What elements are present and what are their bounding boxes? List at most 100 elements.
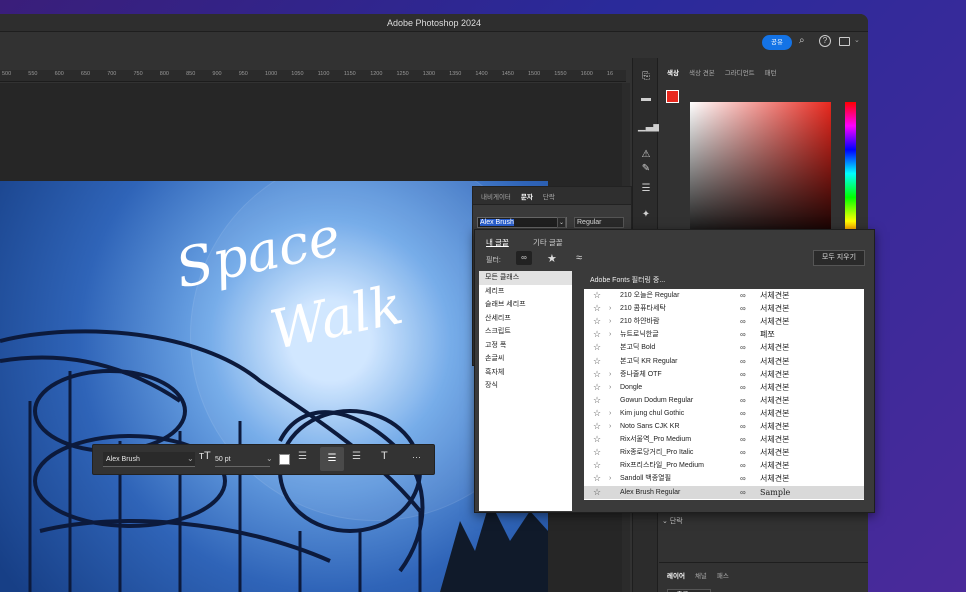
star-icon[interactable]: ☆ — [593, 328, 601, 341]
star-icon[interactable]: ☆ — [593, 472, 601, 485]
chevron-right-icon[interactable]: › — [609, 302, 611, 315]
font-list-row[interactable]: ☆ 본고딕 KR Regular ∞ 서체견본 — [584, 355, 864, 368]
chevron-down-icon[interactable]: ⌄ — [187, 454, 194, 463]
foreground-color-swatch[interactable] — [666, 90, 679, 103]
chevron-right-icon[interactable]: › — [609, 472, 611, 485]
search-icon[interactable]: ⌕ — [799, 35, 805, 46]
clear-all-button[interactable]: 모두 지우기 — [813, 250, 865, 266]
star-icon[interactable]: ☆ — [593, 446, 601, 459]
tab-character[interactable]: 문자 — [521, 191, 533, 201]
chevron-right-icon[interactable]: › — [609, 328, 611, 341]
adjustments-icon[interactable]: ☰ — [638, 182, 654, 196]
font-list-row[interactable]: ☆ Rix프리스타일_Pro Medium ∞ 서체견본 — [584, 459, 864, 472]
star-icon[interactable]: ☆ — [593, 381, 601, 394]
history-icon[interactable]: ⎘ — [638, 70, 654, 84]
font-family-input[interactable]: Alex Brush — [477, 217, 567, 228]
star-icon[interactable]: ☆ — [593, 433, 601, 446]
star-icon[interactable]: ☆ — [593, 407, 601, 420]
font-list-row[interactable]: ☆ 본고딕 Bold ∞ 서체견본 — [584, 341, 864, 354]
ruler-tick-label: 600 — [54, 71, 64, 77]
font-class-item[interactable]: 흑자체 — [479, 366, 572, 380]
font-list-row[interactable]: ☆ Gowun Dodum Regular ∞ 서체견본 — [584, 394, 864, 407]
workspace-icon[interactable] — [839, 37, 850, 46]
font-class-item[interactable]: 산세리프 — [479, 312, 572, 326]
font-class-item[interactable]: 스크립트 — [479, 325, 572, 339]
font-list-row[interactable]: ☆ Rix서울역_Pro Medium ∞ 서체견본 — [584, 433, 864, 446]
align-right-icon[interactable]: ☰ — [352, 451, 361, 462]
share-button[interactable]: 공유 — [762, 35, 792, 50]
tab-layers[interactable]: 레이어 — [667, 570, 685, 580]
chevron-right-icon[interactable]: › — [609, 381, 611, 394]
font-list-row[interactable]: ☆ Rix종로당거리_Pro Italic ∞ 서체견본 — [584, 446, 864, 459]
font-list-row[interactable]: ☆ › 210 콤퓨타세탁 ∞ 서체견본 — [584, 302, 864, 315]
font-name: 210 콤퓨타세탁 — [620, 305, 666, 313]
font-list-row[interactable]: ☆ › Sandoll 백종열필 ∞ 서체견본 — [584, 472, 864, 485]
tab-paths[interactable]: 패스 — [717, 570, 729, 580]
star-icon[interactable]: ☆ — [593, 341, 601, 354]
chevron-right-icon[interactable]: › — [609, 368, 611, 381]
align-left-icon[interactable]: ☰ — [298, 451, 307, 462]
font-list-row[interactable]: ☆ › 증나줄체 OTF ∞ 서체견본 — [584, 368, 864, 381]
font-class-item[interactable]: 슬래브 세리프 — [479, 298, 572, 312]
tab-navigator[interactable]: 내비게이터 — [481, 191, 511, 201]
tab-my-fonts[interactable]: 내 글꼴 — [486, 237, 509, 248]
creative-cloud-icon: ∞ — [740, 330, 746, 340]
favorites-filter-icon[interactable]: ★ — [547, 252, 557, 265]
brush-settings-icon[interactable]: ✎ — [638, 162, 654, 176]
star-icon[interactable]: ☆ — [593, 368, 601, 381]
font-style-input[interactable]: Regular — [574, 217, 624, 228]
star-icon[interactable]: ☆ — [593, 394, 601, 407]
font-size-input[interactable]: 50 pt — [215, 452, 270, 467]
font-list-row[interactable]: ☆ › Noto Sans CJK KR ∞ 서체견본 — [584, 420, 864, 433]
hue-slider[interactable] — [845, 102, 856, 245]
comment-icon[interactable]: ▬ — [638, 92, 654, 106]
font-class-item[interactable]: 모든 클래스 — [479, 271, 572, 285]
histogram-icon[interactable]: ▁▃▅ — [638, 120, 661, 134]
font-list-row[interactable]: ☆ 210 오늘은 Regular ∞ 서체견본 — [584, 289, 864, 302]
star-icon[interactable]: ☆ — [593, 486, 601, 499]
chevron-down-icon[interactable]: ⌄ — [266, 454, 273, 463]
tab-channels[interactable]: 채널 — [695, 570, 707, 580]
more-options-button[interactable]: ··· — [412, 452, 421, 462]
tab-more-fonts[interactable]: 기타 글꼴 — [533, 237, 563, 248]
paragraph-section[interactable]: ⌄ 단락 — [662, 516, 683, 526]
warning-icon[interactable]: ⚠ — [638, 148, 654, 162]
font-list-row[interactable]: ☆ › 뉴트로닉한글 ∞ 폐쪼 — [584, 328, 864, 341]
chevron-right-icon[interactable]: › — [609, 407, 611, 420]
chevron-right-icon[interactable]: › — [609, 420, 611, 433]
color-panel-tabs: 색상 색상 견본 그라디언트 패턴 — [659, 64, 868, 80]
star-icon[interactable]: ☆ — [593, 289, 601, 302]
text-color-swatch[interactable] — [279, 454, 290, 465]
font-list-row[interactable]: ☆ › 210 하얀바람 ∞ 서체견본 — [584, 315, 864, 328]
chevron-down-icon[interactable]: ⌄ — [557, 217, 566, 228]
font-class-item[interactable]: 손글씨 — [479, 352, 572, 366]
toolbar-font-selector[interactable]: Alex Brush — [103, 452, 195, 467]
font-list-row[interactable]: ☆ › Kim jung chul Gothic ∞ 서체견본 — [584, 407, 864, 420]
color-spectrum-field[interactable] — [690, 102, 831, 245]
tab-swatches[interactable]: 색상 견본 — [689, 67, 715, 77]
star-icon[interactable]: ☆ — [593, 420, 601, 433]
similar-filter-icon[interactable]: ≈ — [576, 252, 582, 264]
font-class-item[interactable]: 세리프 — [479, 285, 572, 299]
navigator-icon[interactable]: ✦ — [638, 208, 654, 222]
align-center-icon[interactable]: ☰ — [320, 447, 344, 471]
tab-gradient[interactable]: 그라디언트 — [725, 67, 755, 77]
tab-paragraph[interactable]: 단락 — [543, 191, 555, 201]
paragraph-section-label: 단락 — [669, 518, 683, 525]
help-icon[interactable]: ? — [819, 35, 831, 47]
chevron-right-icon[interactable]: › — [609, 315, 611, 328]
font-list-row[interactable]: ☆ › Dongle ∞ 서체견본 — [584, 381, 864, 394]
font-class-item[interactable]: 고정 폭 — [479, 339, 572, 353]
star-icon[interactable]: ☆ — [593, 302, 601, 315]
warp-text-icon[interactable]: T — [381, 450, 388, 462]
star-icon[interactable]: ☆ — [593, 315, 601, 328]
document-image[interactable]: Space Walk — [0, 181, 548, 592]
star-icon[interactable]: ☆ — [593, 355, 601, 368]
tab-pattern[interactable]: 패턴 — [765, 67, 777, 77]
font-class-item[interactable]: 장식 — [479, 379, 572, 393]
chevron-down-icon[interactable]: ⌄ — [854, 36, 860, 44]
star-icon[interactable]: ☆ — [593, 459, 601, 472]
creative-cloud-filter-icon[interactable]: ∞ — [516, 251, 532, 265]
tab-color[interactable]: 색상 — [667, 67, 679, 77]
font-list-row[interactable]: ☆ Alex Brush Regular ∞ Sample — [584, 485, 864, 499]
